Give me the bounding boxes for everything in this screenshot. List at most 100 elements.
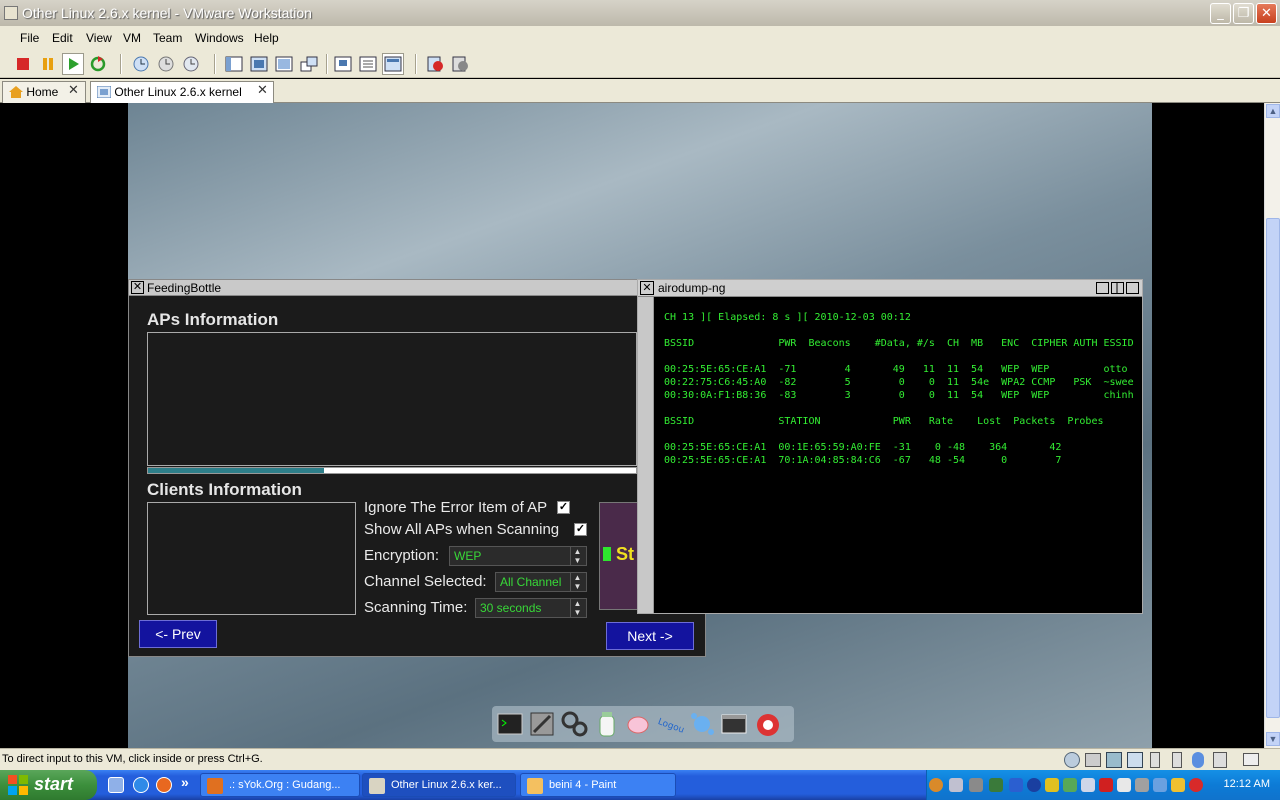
- network-icon[interactable]: [1106, 752, 1122, 768]
- suspend-icon[interactable]: [37, 53, 59, 75]
- summary-view-icon[interactable]: [357, 53, 379, 75]
- terminal-icon[interactable]: [496, 710, 524, 738]
- unity-icon[interactable]: [298, 53, 320, 75]
- encryption-select[interactable]: WEP ▲ ▼: [449, 546, 587, 566]
- tray-app-icon[interactable]: [1135, 778, 1149, 792]
- snapshot-icon[interactable]: [130, 53, 152, 75]
- scroll-up-icon[interactable]: ▲: [1266, 104, 1280, 118]
- status-bar: To direct input to this VM, click inside…: [0, 748, 1280, 770]
- quicklaunch-more-icon[interactable]: »: [181, 774, 189, 790]
- console-icon[interactable]: [720, 710, 748, 738]
- channel-select[interactable]: All Channel ▲ ▼: [495, 572, 587, 592]
- menu-edit[interactable]: Edit: [52, 31, 73, 45]
- usb-icon[interactable]: [1127, 752, 1143, 768]
- tray-shield-icon[interactable]: [1045, 778, 1059, 792]
- usb-device-icon[interactable]: [1150, 752, 1160, 768]
- quick-switch-icon[interactable]: [273, 53, 295, 75]
- power-off-icon[interactable]: [12, 53, 34, 75]
- replay-icon[interactable]: [449, 53, 471, 75]
- bluetooth-icon[interactable]: [1192, 752, 1204, 768]
- task-vmware[interactable]: Other Linux 2.6.x ker...: [362, 773, 516, 797]
- reset-icon[interactable]: [87, 53, 109, 75]
- gears-icon[interactable]: [560, 710, 588, 738]
- show-all-checkbox[interactable]: ✓: [574, 523, 587, 536]
- logout-icon[interactable]: Logout: [656, 710, 689, 738]
- ignore-error-label: Ignore The Error Item of AP: [364, 499, 548, 516]
- vmware-app-icon: [4, 6, 18, 20]
- next-button[interactable]: Next ->: [606, 622, 694, 650]
- tray-vmware-icon[interactable]: [1117, 778, 1131, 792]
- terminal-scrollbar[interactable]: [638, 297, 654, 613]
- menu-file[interactable]: File: [20, 31, 39, 45]
- tools-icon[interactable]: [528, 710, 556, 738]
- hdd-icon[interactable]: [1085, 753, 1101, 767]
- minimize-button[interactable]: _: [1210, 3, 1231, 24]
- scroll-thumb[interactable]: [1266, 218, 1280, 718]
- quicklaunch-ie-icon[interactable]: [133, 777, 149, 793]
- appliance-view-icon[interactable]: [382, 53, 404, 75]
- tray-bluetooth-icon[interactable]: [1027, 778, 1041, 792]
- aps-list[interactable]: [147, 332, 637, 466]
- start-scan-button[interactable]: St: [599, 502, 639, 610]
- aps-information-heading: APs Information: [147, 310, 279, 329]
- vertical-scrollbar[interactable]: ▲ ▼: [1264, 103, 1280, 748]
- cdrom-icon[interactable]: [1064, 752, 1080, 768]
- record-icon[interactable]: [424, 53, 446, 75]
- close-button[interactable]: ✕: [1256, 3, 1277, 24]
- full-screen-icon[interactable]: [248, 53, 270, 75]
- tray-expand-icon[interactable]: [929, 778, 943, 792]
- tab-bar: Home ✕ Other Linux 2.6.x kernel ✕: [0, 79, 1280, 103]
- tray-app-icon[interactable]: [1099, 778, 1113, 792]
- feedingbottle-titlebar[interactable]: ✕ FeedingBottle: [129, 280, 705, 296]
- tray-app-icon[interactable]: [969, 778, 983, 792]
- tray-security-icon[interactable]: [1189, 778, 1203, 792]
- tray-app-icon[interactable]: [1081, 778, 1095, 792]
- start-button[interactable]: start: [0, 770, 97, 800]
- tab-home-close-icon[interactable]: ✕: [68, 82, 79, 98]
- prev-button[interactable]: <- Prev: [139, 620, 217, 648]
- feedingbottle-close-icon[interactable]: ✕: [131, 281, 144, 294]
- tray-network-icon[interactable]: [1063, 778, 1077, 792]
- task-paint[interactable]: beini 4 - Paint: [520, 773, 676, 797]
- airodump-shade-icon[interactable]: [1126, 282, 1139, 294]
- airodump-close-icon[interactable]: ✕: [640, 281, 654, 295]
- quicklaunch-desktop-icon[interactable]: [108, 777, 124, 793]
- tab-vm[interactable]: Other Linux 2.6.x kernel: [90, 81, 274, 103]
- feedingbottle-icon[interactable]: [592, 710, 620, 738]
- menu-help[interactable]: Help: [254, 31, 279, 45]
- airodump-maximize-icon[interactable]: [1111, 282, 1124, 294]
- tray-speaker-icon[interactable]: [949, 778, 963, 792]
- tray-app-icon[interactable]: [1153, 778, 1167, 792]
- message-log-icon[interactable]: [1243, 753, 1259, 766]
- spinner-arrows-icon: ▲ ▼: [570, 573, 584, 591]
- sidebar-view-icon[interactable]: [223, 53, 245, 75]
- tab-vm-close-icon[interactable]: ✕: [257, 82, 268, 98]
- maximize-button[interactable]: ❐: [1233, 3, 1254, 24]
- snapshot-manager-icon[interactable]: [180, 53, 202, 75]
- tray-app-icon[interactable]: [1009, 778, 1023, 792]
- window-titlebar[interactable]: Other Linux 2.6.x kernel - VMware Workst…: [0, 0, 1280, 26]
- airodump-minimize-icon[interactable]: [1096, 282, 1109, 294]
- ignore-error-checkbox[interactable]: ✓: [557, 501, 570, 514]
- menu-view[interactable]: View: [86, 31, 112, 45]
- minidwep-icon[interactable]: [624, 710, 652, 738]
- power-on-icon[interactable]: [62, 53, 84, 75]
- task-firefox[interactable]: .: sYok.Org : Gudang...: [200, 773, 360, 797]
- tray-app-icon[interactable]: [989, 778, 1003, 792]
- paint-icon: [527, 778, 543, 794]
- tray-app-icon[interactable]: [1171, 778, 1185, 792]
- scantime-select[interactable]: 30 seconds ▲ ▼: [475, 598, 587, 618]
- revert-snapshot-icon[interactable]: [155, 53, 177, 75]
- settings-camera-icon[interactable]: [754, 710, 782, 738]
- console-view-icon[interactable]: [332, 53, 354, 75]
- menu-windows[interactable]: Windows: [195, 31, 244, 45]
- usb-device-icon[interactable]: [1213, 752, 1227, 768]
- usb-device-icon[interactable]: [1172, 752, 1182, 768]
- menu-team[interactable]: Team: [153, 31, 182, 45]
- quicklaunch-firefox-icon[interactable]: [156, 777, 172, 793]
- scroll-down-icon[interactable]: ▼: [1266, 732, 1280, 746]
- splash-icon[interactable]: [688, 710, 716, 738]
- airodump-titlebar[interactable]: ✕ airodump-ng: [638, 280, 1142, 297]
- menu-vm[interactable]: VM: [123, 31, 141, 45]
- clients-list[interactable]: [147, 502, 356, 615]
